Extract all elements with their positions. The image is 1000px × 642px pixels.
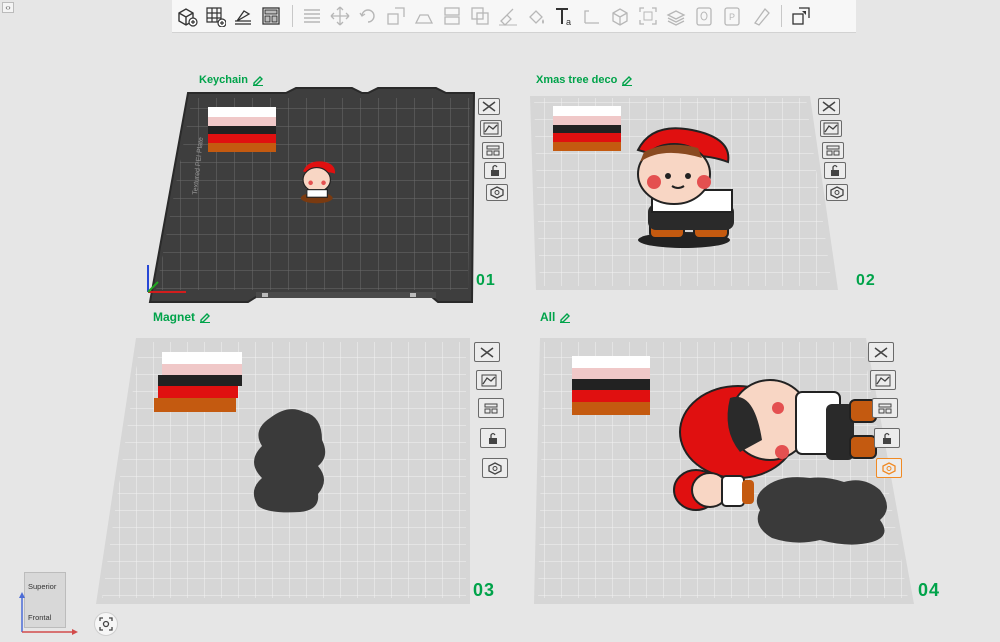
close-plate-icon [874,346,888,358]
plate-3-plate-settings-button[interactable] [482,458,508,478]
plate-3-close-plate-button[interactable] [474,342,500,362]
plate-settings-icon [488,461,502,475]
close-plate-icon [480,346,494,358]
magnet-silhouette-model[interactable] [756,477,887,545]
color-swatch-model[interactable] [154,352,242,412]
plate-1-orient-plate-button[interactable] [482,142,504,159]
plate-2-plate-settings-button[interactable] [826,184,848,201]
plate-2-arrange-plate-button[interactable] [820,120,842,137]
plate-2-close-plate-button[interactable] [818,98,840,115]
keychain-figure-model[interactable] [300,161,336,204]
orientation-axes [19,592,78,635]
plate-1-arrange-plate-button[interactable] [480,120,502,137]
plate-1-lock-plate-button[interactable] [484,162,506,179]
orient-plate-icon [486,145,500,156]
plate-1[interactable]: Textured PEI Plate [147,87,476,303]
close-plate-icon [482,101,496,112]
lock-plate-icon [491,164,499,176]
lock-plate-icon [883,432,891,444]
plate-1-close-plate-button[interactable] [478,98,500,115]
plate-2-name[interactable]: Xmas tree deco [536,74,633,86]
keychain-figure-model-copy[interactable] [673,469,754,511]
plate-3-arrange-plate-button[interactable] [476,370,502,390]
arrange-plate-icon [481,374,497,386]
plate-settings-icon [882,461,896,475]
plate-2-label: Xmas tree deco [536,74,618,86]
plate-3-lock-plate-button[interactable] [480,428,506,448]
color-swatch-model[interactable] [208,107,276,152]
plate-canvas[interactable]: Textured PEI Plate [0,0,1000,642]
plate-1-plate-settings-button[interactable] [486,184,508,201]
plate-1-name[interactable]: Keychain [199,74,264,86]
plate-4-plate-settings-button[interactable] [876,458,902,478]
plate-2[interactable] [530,96,838,290]
orient-plate-icon [484,403,498,413]
arrange-plate-icon [875,374,891,386]
plate-settings-icon [490,186,504,199]
arrange-plate-icon [823,122,839,135]
plate-2-orient-plate-button[interactable] [822,142,844,159]
orient-plate-icon [878,403,892,413]
lock-plate-icon [489,432,497,444]
plate-4-name[interactable]: All [540,310,571,324]
plate-1-label: Keychain [199,74,248,86]
plate-2-lock-plate-button[interactable] [824,162,846,179]
plate-4-lock-plate-button[interactable] [874,428,900,448]
edit-name-icon[interactable] [559,311,571,323]
plate-4-label: All [540,310,556,324]
fit-view-icon [99,617,113,631]
plate-3-label: Magnet [153,310,195,324]
lock-plate-icon [831,164,839,176]
edit-name-icon[interactable] [621,74,633,86]
plate-4-arrange-plate-button[interactable] [870,370,896,390]
plate-3-number: 03 [473,580,496,600]
plate-3[interactable] [96,338,470,604]
orient-plate-icon [826,145,840,156]
color-swatch-model[interactable] [553,106,621,151]
edit-name-icon[interactable] [252,74,264,86]
plate-4-number: 04 [918,580,941,600]
arrange-plate-icon [483,122,499,135]
magnet-silhouette-model[interactable] [253,409,326,513]
close-plate-icon [822,101,836,112]
plate-1-number: 01 [476,272,496,289]
plate-4-orient-plate-button[interactable] [872,398,898,418]
plate-4-close-plate-button[interactable] [868,342,894,362]
zoom-to-fit-button[interactable] [94,612,118,636]
plate-3-name[interactable]: Magnet [153,310,211,324]
edit-name-icon[interactable] [199,311,211,323]
color-swatch-model[interactable] [572,356,650,415]
plate-settings-icon [830,186,844,199]
plate-4[interactable] [534,338,914,604]
plate-3-orient-plate-button[interactable] [478,398,504,418]
plate-2-number: 02 [856,272,876,289]
